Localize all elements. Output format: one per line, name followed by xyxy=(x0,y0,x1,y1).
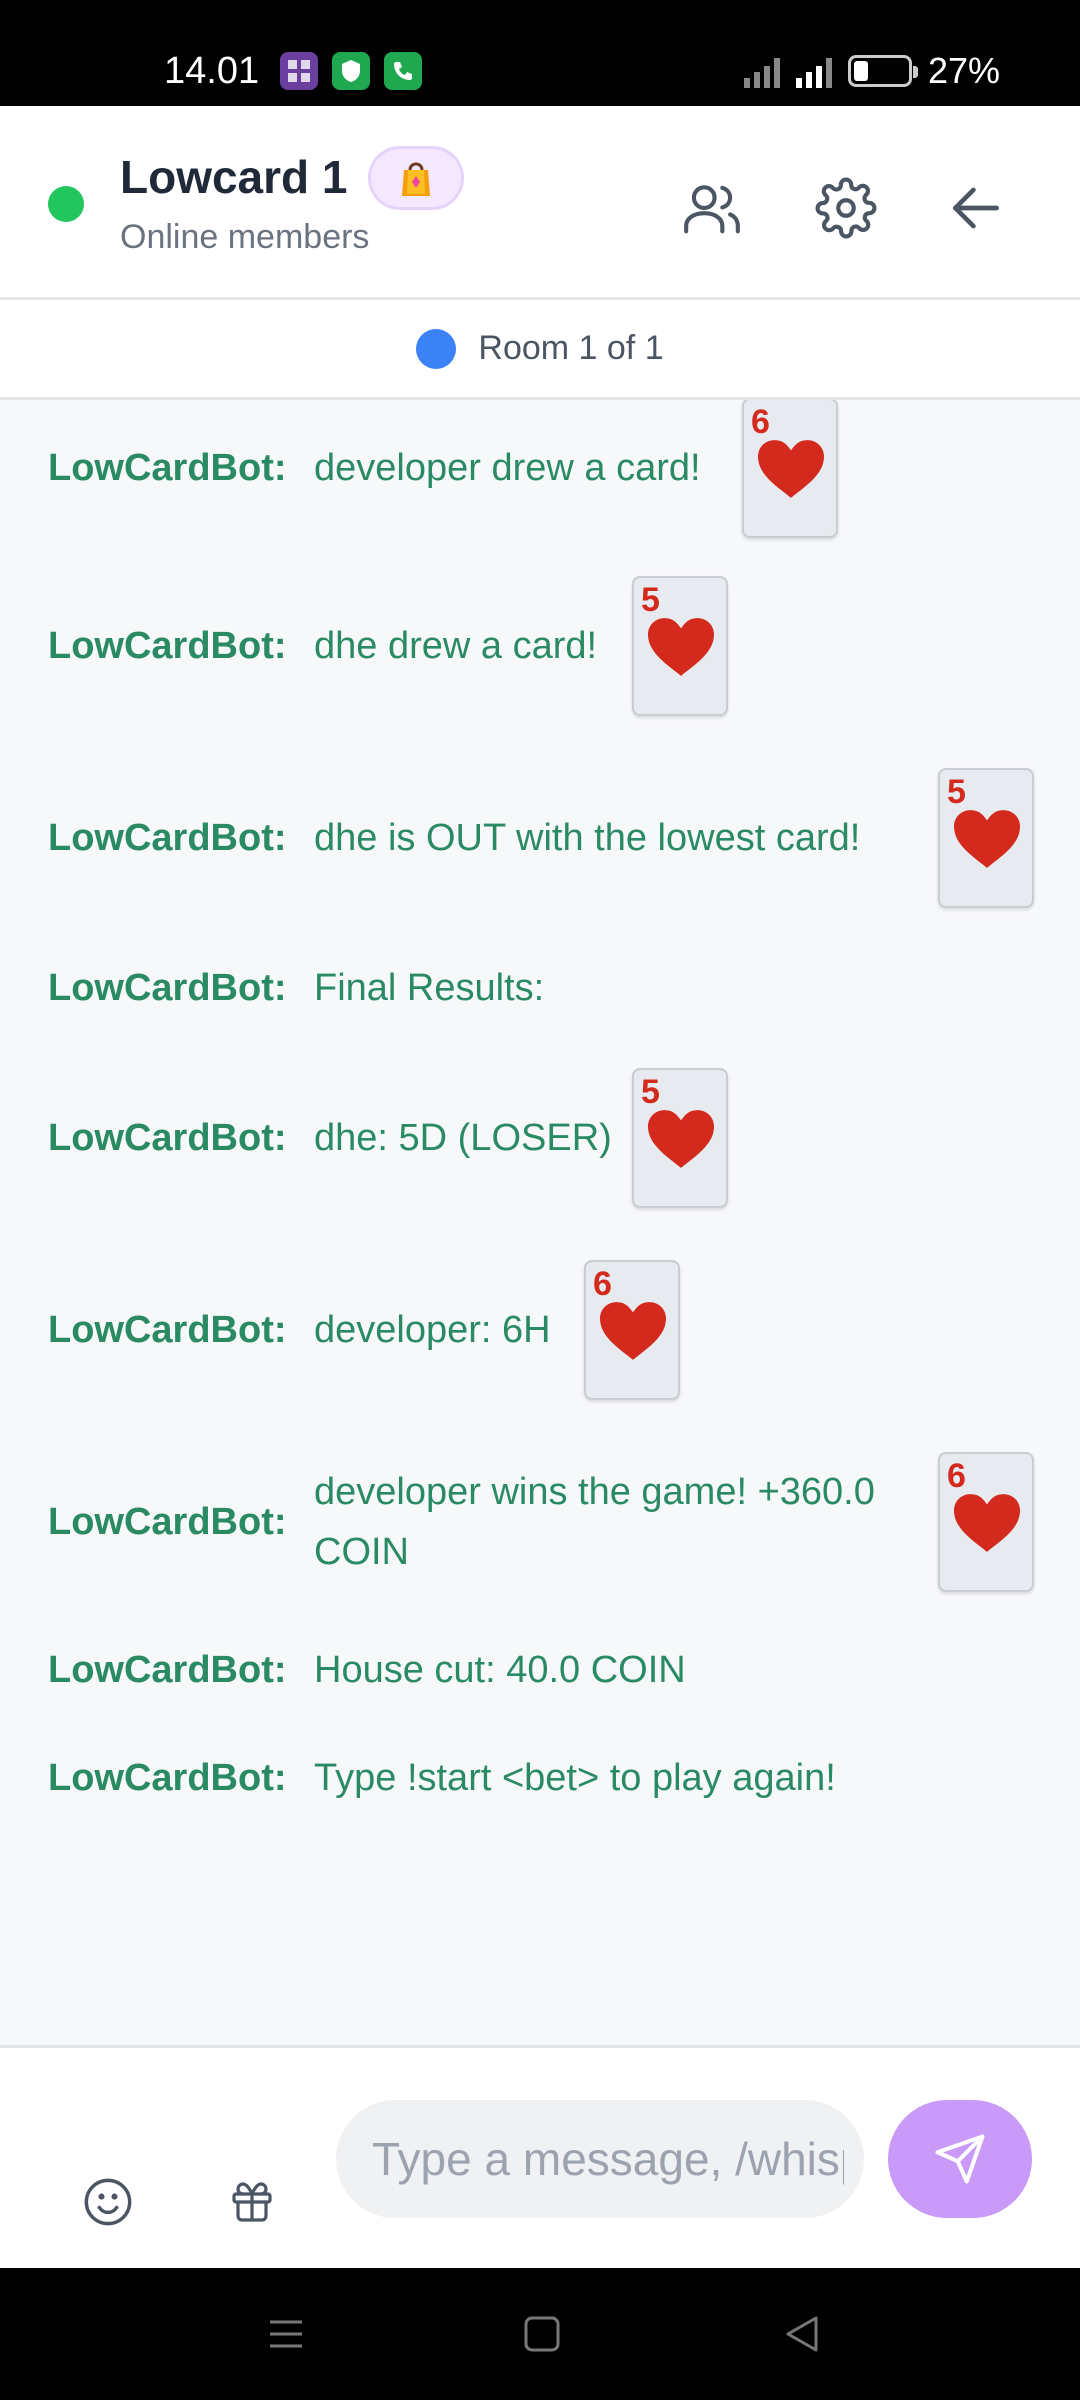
message-text: developer: 6H xyxy=(314,1309,551,1351)
emoji-icon[interactable] xyxy=(76,2170,140,2234)
heart-suit-icon xyxy=(758,440,824,498)
battery-percent: 27% xyxy=(927,50,1000,91)
back-nav-icon[interactable] xyxy=(780,2312,824,2356)
status-app-icons xyxy=(280,52,422,90)
room-dot[interactable] xyxy=(416,328,457,369)
room-title: Lowcard 1 xyxy=(120,151,348,203)
message-sender[interactable]: LowCardBot: xyxy=(48,447,314,490)
chat-message-list[interactable]: LowCardBot: developer drew a card! 6 Low… xyxy=(0,400,1080,2048)
playing-card: 6 xyxy=(742,400,838,538)
message-input[interactable] xyxy=(336,2100,864,2218)
message-sender[interactable]: LowCardBot: xyxy=(48,1309,314,1352)
message-text: dhe drew a card! xyxy=(314,625,598,667)
chat-message: LowCardBot: developer drew a card! 6 xyxy=(48,400,1048,538)
back-arrow-icon[interactable] xyxy=(940,172,1012,244)
status-bar: 14.01 27% xyxy=(0,0,1080,106)
card-rank: 6 xyxy=(593,1265,612,1303)
chat-message: LowCardBot: House cut: 40.0 COIN xyxy=(48,1640,1048,1700)
home-nav-icon[interactable] xyxy=(520,2312,564,2356)
menu-nav-icon[interactable] xyxy=(264,2312,308,2356)
message-sender[interactable]: LowCardBot: xyxy=(48,1649,314,1692)
room-indicator-bar: Room 1 of 1 xyxy=(0,300,1080,400)
signal-4g-icon xyxy=(795,54,832,88)
chat-message: LowCardBot: developer: 6H 6 xyxy=(48,1260,1048,1400)
message-sender[interactable]: LowCardBot: xyxy=(48,625,314,668)
status-right: 27% xyxy=(743,50,1000,92)
signal-icon xyxy=(743,54,780,88)
message-text: developer wins the game! +360.0 COIN xyxy=(314,1471,875,1573)
card-rank: 5 xyxy=(641,581,660,619)
heart-suit-icon xyxy=(648,618,714,676)
chat-message: LowCardBot: dhe is OUT with the lowest c… xyxy=(48,768,1048,908)
card-rank: 5 xyxy=(947,773,966,811)
playing-card: 5 xyxy=(632,576,728,716)
system-nav-bar xyxy=(0,2268,1080,2400)
grid-app-icon xyxy=(280,52,318,90)
room-label: Room 1 of 1 xyxy=(478,329,664,367)
message-text: Final Results: xyxy=(314,967,545,1009)
members-icon[interactable] xyxy=(676,172,748,244)
chat-header: Lowcard 1 Online members xyxy=(0,106,1080,300)
chat-message: LowCardBot: Final Results: xyxy=(48,958,1048,1018)
message-sender[interactable]: LowCardBot: xyxy=(48,1501,314,1544)
heart-suit-icon xyxy=(600,1302,666,1360)
settings-icon[interactable] xyxy=(810,172,882,244)
send-icon xyxy=(935,2134,985,2184)
playing-card: 5 xyxy=(938,768,1034,908)
battery-icon xyxy=(847,55,918,87)
online-members-label[interactable]: Online members xyxy=(120,218,369,257)
message-sender[interactable]: LowCardBot: xyxy=(48,967,314,1010)
message-text: dhe: 5D (LOSER) xyxy=(314,1117,612,1159)
gift-icon[interactable] xyxy=(220,2170,284,2234)
send-button[interactable] xyxy=(888,2100,1032,2218)
card-rank: 5 xyxy=(641,1073,660,1111)
playing-card: 5 xyxy=(632,1068,728,1208)
playing-card: 6 xyxy=(584,1260,680,1400)
chat-message: LowCardBot: dhe drew a card! 5 xyxy=(48,576,1048,716)
card-rank: 6 xyxy=(947,1457,966,1495)
card-rank: 6 xyxy=(751,403,770,441)
message-sender[interactable]: LowCardBot: xyxy=(48,817,314,860)
chat-message: LowCardBot: Type !start <bet> to play ag… xyxy=(48,1748,1048,1808)
shield-app-icon xyxy=(332,52,370,90)
message-sender[interactable]: LowCardBot: xyxy=(48,1117,314,1160)
chat-message: LowCardBot: developer wins the game! +36… xyxy=(48,1452,1048,1592)
message-sender[interactable]: LowCardBot: xyxy=(48,1757,314,1800)
status-time: 14.01 xyxy=(164,50,260,92)
heart-suit-icon xyxy=(954,810,1020,868)
playing-card: 6 xyxy=(938,1452,1034,1592)
shopping-bag-icon[interactable] xyxy=(368,146,464,210)
chat-message: LowCardBot: dhe: 5D (LOSER) 5 xyxy=(48,1068,1048,1208)
heart-suit-icon xyxy=(648,1110,714,1168)
message-text: House cut: 40.0 COIN xyxy=(314,1649,686,1691)
online-status-dot xyxy=(48,186,84,222)
message-text: developer drew a card! xyxy=(314,447,701,489)
message-text: Type !start <bet> to play again! xyxy=(314,1757,836,1799)
heart-suit-icon xyxy=(954,1494,1020,1552)
message-text: dhe is OUT with the lowest card! xyxy=(314,817,861,859)
phone-app-icon xyxy=(384,52,422,90)
